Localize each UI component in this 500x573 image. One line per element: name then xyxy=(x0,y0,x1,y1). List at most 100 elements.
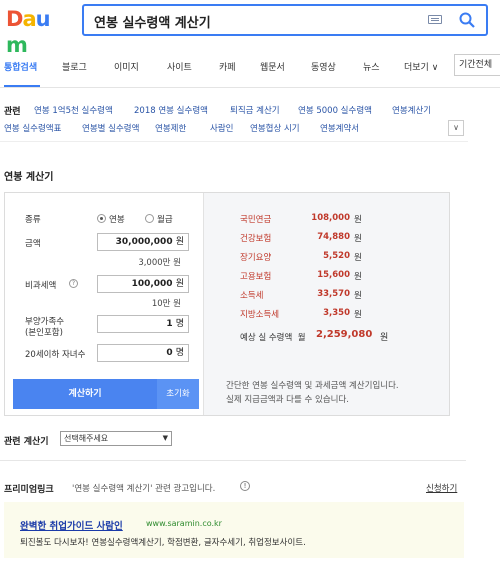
salary-calculator: 종류 연봉 월급 금액 30,000,000 원 3,000만 원 비과세액 ?… xyxy=(4,192,450,416)
children-input[interactable]: 0 명 xyxy=(97,344,189,362)
nontax-hint: 10만 원 xyxy=(151,299,181,309)
nontax-unit: 원 xyxy=(175,279,184,289)
nontax-value: 100,000 xyxy=(131,279,173,289)
ad-description: 퇴진볼도 다시보자! 연봉실수령액계산기, 학점변환, 글자수세기, 취업정보사… xyxy=(20,538,306,548)
related-link[interactable]: 연봉계약서 xyxy=(320,122,359,134)
net-pay-label-text: 예상 실 수령액 xyxy=(240,333,293,343)
header: Daum xyxy=(0,0,500,57)
related-link[interactable]: 연봉 5000 실수령액 xyxy=(298,104,372,116)
logo-letter: D xyxy=(6,7,23,31)
ad-title-link[interactable]: 완벽한 취업가이드 사람인 xyxy=(20,518,123,532)
children-label: 20세이하 자녀수 xyxy=(25,350,86,360)
logo-letter: a xyxy=(22,7,36,31)
tab-video[interactable]: 동영상 xyxy=(311,60,336,73)
dependents-value: 1 xyxy=(166,319,173,329)
related-title: 관련 xyxy=(4,107,21,117)
radio-annual[interactable] xyxy=(97,214,106,223)
net-pay-prefix: 월 xyxy=(297,333,306,343)
calculator-inputs: 종류 연봉 월급 금액 30,000,000 원 3,000만 원 비과세액 ?… xyxy=(5,193,203,415)
result-unit: 원 xyxy=(354,234,362,244)
search-box xyxy=(82,4,488,36)
logo-letter: u xyxy=(35,7,51,31)
active-tab-indicator xyxy=(4,85,40,87)
reset-button[interactable]: 초기화 xyxy=(157,379,199,409)
related-calculator-select[interactable]: 선택해주세요 xyxy=(60,431,172,446)
related-calculator-select-value: 선택해주세요 xyxy=(64,434,109,443)
related-link[interactable]: 연봉계산기 xyxy=(392,104,431,116)
related-link[interactable]: 사람인 xyxy=(210,122,233,134)
related-link[interactable]: 연봉협상 시기 xyxy=(250,122,300,134)
tab-blog[interactable]: 블로그 xyxy=(62,60,87,73)
ad-url[interactable]: www.saramin.co.kr xyxy=(146,519,222,528)
amount-input[interactable]: 30,000,000 원 xyxy=(97,233,189,251)
radio-annual-label[interactable]: 연봉 xyxy=(109,213,125,225)
result-label: 지방소득세 xyxy=(240,310,280,320)
nontax-label: 비과세액 xyxy=(25,281,57,291)
result-value: 3,350 xyxy=(323,308,350,318)
radio-monthly[interactable] xyxy=(145,214,154,223)
search-input[interactable] xyxy=(94,11,394,31)
tab-webdoc[interactable]: 웹문서 xyxy=(260,60,285,73)
result-unit: 원 xyxy=(354,215,362,225)
period-filter-button[interactable]: 기간전체 xyxy=(454,54,500,76)
dependents-input[interactable]: 1 명 xyxy=(97,315,189,333)
calculator-note: 간단한 연봉 실수령액 및 과세금액 계산기입니다. xyxy=(226,381,399,391)
net-pay-label: 예상 실 수령액 월 xyxy=(240,331,306,343)
amount-value: 30,000,000 xyxy=(115,237,173,247)
amount-hint: 3,000만 원 xyxy=(138,258,181,268)
calculator-note: 실제 지급금액과 다를 수 있습니다. xyxy=(226,395,349,405)
premium-link-title: 프리미엄링크 xyxy=(4,485,54,495)
related-link[interactable]: 2018 연봉 실수령액 xyxy=(134,104,208,116)
result-value: 15,600 xyxy=(317,270,350,280)
net-pay-unit: 원 xyxy=(380,333,389,343)
tab-site[interactable]: 사이트 xyxy=(167,60,192,73)
related-link[interactable]: 퇴직금 계산기 xyxy=(230,104,280,116)
calculator-results: 국민연금 108,000 원 건강보험 74,880 원 장기요양 5,520 … xyxy=(203,193,449,415)
net-pay-value: 2,259,080 xyxy=(316,329,373,340)
result-unit: 원 xyxy=(354,253,362,263)
tab-all[interactable]: 통합검색 xyxy=(4,60,37,73)
info-icon[interactable]: ! xyxy=(240,481,250,491)
nontax-input[interactable]: 100,000 원 xyxy=(97,275,189,293)
children-value: 0 xyxy=(166,348,173,358)
amount-unit: 원 xyxy=(175,237,184,247)
keyboard-icon[interactable] xyxy=(428,15,442,24)
result-value: 74,880 xyxy=(317,232,350,242)
result-value: 33,570 xyxy=(317,289,350,299)
related-expand-button[interactable]: ∨ xyxy=(448,120,464,136)
result-value: 5,520 xyxy=(323,251,350,261)
calculate-button[interactable]: 계산하기 xyxy=(13,379,157,409)
amount-label: 금액 xyxy=(25,239,41,249)
result-label: 장기요양 xyxy=(240,253,272,263)
type-label: 종류 xyxy=(25,215,41,225)
tab-image[interactable]: 이미지 xyxy=(114,60,139,73)
related-calculator-title: 관련 계산기 xyxy=(4,437,49,447)
dependents-unit: 명 xyxy=(175,319,184,329)
related-searches: 관련 연봉 1억5천 실수령액 2018 연봉 실수령액 퇴직금 계산기 연봉 … xyxy=(0,96,468,142)
help-icon[interactable]: ? xyxy=(69,279,78,288)
result-label: 고용보험 xyxy=(240,272,272,282)
tab-cafe[interactable]: 카페 xyxy=(219,60,236,73)
related-link[interactable]: 연봉제한 xyxy=(155,122,186,134)
search-icon[interactable] xyxy=(458,11,476,29)
related-link[interactable]: 연봉 1억5천 실수령액 xyxy=(34,104,113,116)
daum-logo[interactable]: Daum xyxy=(6,6,68,57)
children-unit: 명 xyxy=(175,348,184,358)
related-link[interactable]: 연봉별 실수령액 xyxy=(82,122,139,134)
dependents-sublabel: (본인포함) xyxy=(25,328,63,338)
calculator-title: 연봉 계산기 xyxy=(4,172,54,183)
related-link[interactable]: 연봉 실수령액표 xyxy=(4,122,61,134)
premium-link-description: '연봉 실수령액 계산기' 관련 광고입니다. xyxy=(72,484,216,494)
radio-monthly-label[interactable]: 월급 xyxy=(157,213,173,225)
result-label: 건강보험 xyxy=(240,234,272,244)
result-unit: 원 xyxy=(354,310,362,320)
result-label: 소득세 xyxy=(240,291,264,301)
apply-link[interactable]: 신청하기 xyxy=(426,482,457,494)
result-unit: 원 xyxy=(354,291,362,301)
ad-card: 완벽한 취업가이드 사람인 www.saramin.co.kr 퇴진볼도 다시보… xyxy=(4,502,464,558)
result-value: 108,000 xyxy=(311,213,350,223)
tab-news[interactable]: 뉴스 xyxy=(363,60,380,73)
tab-more[interactable]: 더보기 ∨ xyxy=(404,60,438,73)
result-unit: 원 xyxy=(354,272,362,282)
search-tabs: 통합검색 블로그 이미지 사이트 카페 웹문서 동영상 뉴스 더보기 ∨ 기간전… xyxy=(0,44,500,88)
